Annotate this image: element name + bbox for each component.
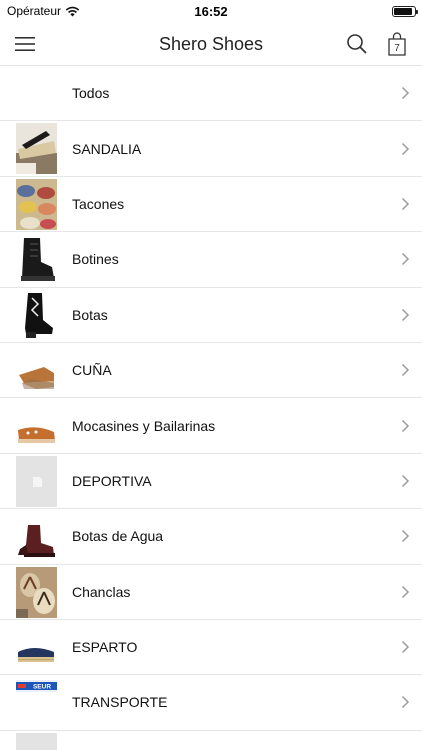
status-left: Opérateur xyxy=(7,4,392,18)
status-bar: Opérateur 16:52 xyxy=(0,0,422,22)
category-thumbnail xyxy=(16,400,57,452)
category-list: Todos SANDALIA Tacones Botines Botas CUÑA Moca… xyxy=(0,66,422,750)
chevron-right-icon xyxy=(401,696,410,709)
search-icon xyxy=(347,34,367,54)
carrier-label: Opérateur xyxy=(7,4,62,18)
chevron-right-icon xyxy=(401,585,410,598)
category-label: CUÑA xyxy=(72,362,112,379)
search-button[interactable] xyxy=(345,32,369,56)
category-thumbnail xyxy=(16,178,57,230)
category-row[interactable]: SEUR TRANSPORTE xyxy=(0,675,422,731)
category-label: Botas xyxy=(72,306,108,323)
chevron-right-icon xyxy=(401,87,410,100)
category-label: Mocasines y Bailarinas xyxy=(72,417,216,434)
category-thumbnail xyxy=(16,455,57,507)
category-label: Tacones xyxy=(72,195,125,212)
category-row[interactable]: Mocasines y Bailarinas xyxy=(0,398,422,454)
hamburger-menu-icon xyxy=(15,37,35,51)
chevron-right-icon xyxy=(401,419,410,432)
wifi-icon xyxy=(65,6,80,16)
seur-logo-text: SEUR xyxy=(33,684,51,691)
menu-button[interactable] xyxy=(14,34,36,54)
chevron-right-icon xyxy=(401,142,410,155)
chevron-right-icon xyxy=(401,308,410,321)
chevron-right-icon xyxy=(401,197,410,210)
category-row[interactable]: SANDALIA xyxy=(0,121,422,177)
chevron-right-icon xyxy=(401,253,410,266)
category-row[interactable]: Todos xyxy=(0,66,422,122)
category-thumbnail xyxy=(16,566,57,618)
category-thumbnail xyxy=(16,234,57,286)
cart-count: 7 xyxy=(394,43,400,54)
chevron-right-icon xyxy=(401,364,410,377)
cart-button[interactable]: 7 xyxy=(386,31,408,57)
category-label: Chanclas xyxy=(72,583,131,600)
category-row[interactable]: ESPARTO xyxy=(0,620,422,676)
battery-level xyxy=(394,7,412,15)
chevron-right-icon xyxy=(401,641,410,654)
shopping-bag-icon: 7 xyxy=(388,32,406,56)
category-thumbnail xyxy=(16,344,57,396)
chevron-right-icon xyxy=(401,474,410,487)
category-row[interactable]: DEPORTIVA xyxy=(0,454,422,510)
category-label: Botines xyxy=(72,251,119,268)
category-row[interactable]: Botines xyxy=(0,232,422,288)
category-label: TRANSPORTE xyxy=(72,694,168,711)
category-label: DEPORTIVA xyxy=(72,472,152,489)
category-row[interactable]: Tacones xyxy=(0,177,422,233)
category-thumbnail xyxy=(16,123,57,175)
category-thumbnail: SEUR xyxy=(16,677,57,729)
category-row[interactable] xyxy=(0,731,422,750)
category-row[interactable]: Chanclas xyxy=(0,565,422,620)
category-label: Botas de Agua xyxy=(72,528,164,545)
category-label: Todos xyxy=(72,85,110,102)
category-thumbnail xyxy=(16,732,57,750)
category-thumbnail xyxy=(16,511,57,563)
category-row[interactable]: Botas de Agua xyxy=(0,509,422,565)
nav-bar: Shero Shoes 7 xyxy=(0,22,422,66)
chevron-right-icon xyxy=(401,530,410,543)
battery-icon xyxy=(392,5,418,17)
category-label: ESPARTO xyxy=(72,639,138,656)
category-label: SANDALIA xyxy=(72,140,142,157)
category-row[interactable]: CUÑA xyxy=(0,343,422,399)
category-thumbnail xyxy=(16,621,57,673)
category-thumbnail xyxy=(16,289,57,341)
category-row[interactable]: Botas xyxy=(0,288,422,343)
